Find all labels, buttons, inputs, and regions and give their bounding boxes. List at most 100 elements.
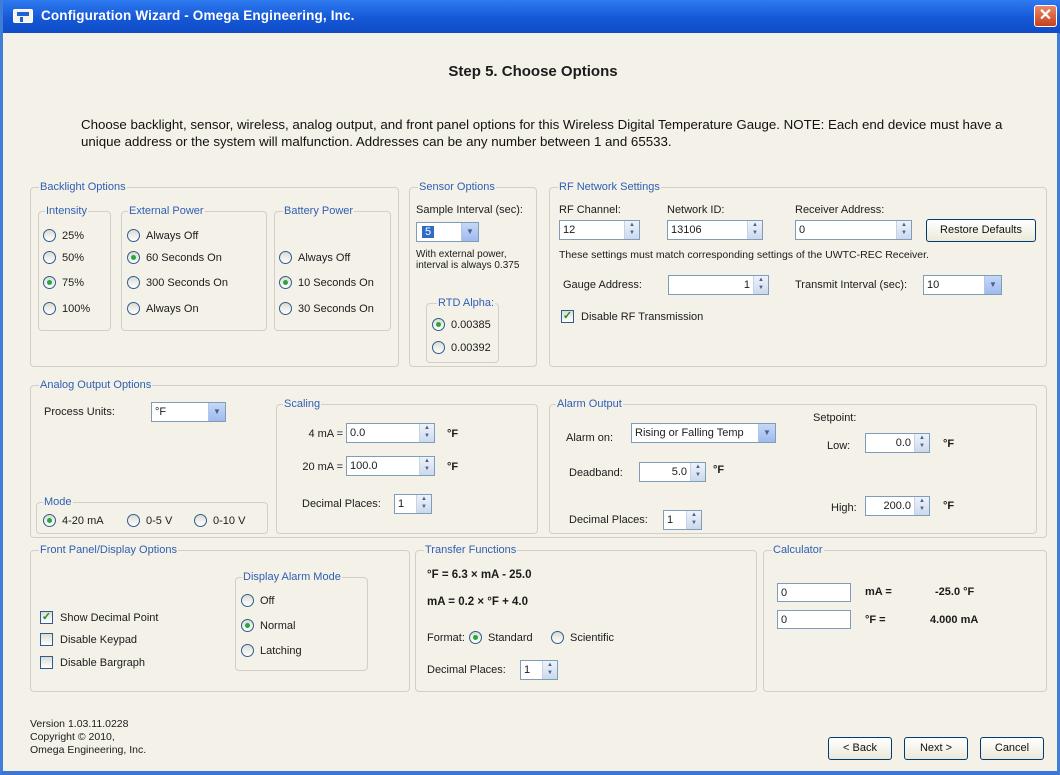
spinner-arrows-icon[interactable]: ▲ ▼: [419, 424, 434, 442]
spinner-arrows-icon[interactable]: ▲ ▼: [542, 661, 557, 679]
title-bar: Configuration Wizard - Omega Engineering…: [3, 0, 1060, 33]
spinner-arrows-icon[interactable]: ▲ ▼: [914, 497, 929, 515]
sensor-options-title: Sensor Options: [418, 180, 496, 194]
rtd-alpha-group: RTD Alpha:: [426, 296, 499, 363]
external-power-title: External Power: [128, 204, 205, 218]
high-unit: °F: [943, 500, 955, 512]
mode-radio-0-5v[interactable]: 0-5 V: [127, 514, 172, 527]
rf-settings-note: These settings must match corresponding …: [559, 249, 929, 261]
external-power-radio-300-seconds[interactable]: 300 Seconds On: [127, 276, 228, 289]
disable-rf-checkbox[interactable]: ✓ Disable RF Transmission: [561, 310, 703, 323]
alarm-decimal-places-input[interactable]: 1 ▲ ▼: [663, 510, 702, 530]
intensity-radio-100[interactable]: 100%: [43, 302, 90, 315]
intensity-radio-75[interactable]: 75%: [43, 276, 84, 289]
radio-label: Off: [260, 594, 275, 607]
deadband-input[interactable]: 5.0 ▲ ▼: [639, 462, 706, 482]
transmit-interval-label: Transmit Interval (sec):: [795, 279, 908, 291]
intensity-radio-50[interactable]: 50%: [43, 251, 84, 264]
low-setpoint-input[interactable]: 0.0 ▲ ▼: [865, 433, 930, 453]
transfer-decimal-places-label: Decimal Places:: [427, 664, 506, 676]
spinner-arrows-icon[interactable]: ▲ ▼: [753, 276, 768, 294]
4ma-unit: °F: [447, 428, 459, 440]
rf-channel-label: RF Channel:: [559, 204, 621, 216]
4ma-input[interactable]: 0.0 ▲ ▼: [346, 423, 435, 443]
mode-radio-4-20ma[interactable]: 4-20 mA: [43, 514, 104, 527]
alarm-mode-radio-normal[interactable]: Normal: [241, 619, 295, 632]
spinner-arrows-icon[interactable]: ▲ ▼: [896, 221, 911, 239]
network-id-input[interactable]: 13106 ▲ ▼: [667, 220, 763, 240]
radio-circle: [241, 619, 254, 632]
external-power-radio-always-on[interactable]: Always On: [127, 302, 199, 315]
spinner-arrows-icon[interactable]: ▲ ▼: [690, 463, 705, 481]
disable-keypad-checkbox[interactable]: Disable Keypad: [40, 633, 137, 646]
spinner-arrows-icon[interactable]: ▲ ▼: [686, 511, 701, 529]
radio-label: 0.00385: [451, 318, 491, 331]
calculator-ma-result: -25.0 °F: [935, 586, 975, 598]
battery-power-radio-30-seconds[interactable]: 30 Seconds On: [279, 302, 374, 315]
radio-label: Always Off: [298, 251, 351, 264]
external-power-radio-60-seconds[interactable]: 60 Seconds On: [127, 251, 222, 264]
battery-power-radio-10-seconds[interactable]: 10 Seconds On: [279, 276, 374, 289]
spinner-arrows-icon[interactable]: ▲ ▼: [419, 457, 434, 475]
spinner-arrows-icon[interactable]: ▲ ▼: [914, 434, 929, 452]
format-radio-scientific[interactable]: Scientific: [551, 631, 614, 644]
calculator-ma-label: mA =: [865, 586, 892, 598]
radio-label: 100%: [62, 302, 91, 315]
process-units-dropdown[interactable]: °F ▼: [151, 402, 226, 422]
radio-circle: [279, 302, 292, 315]
disable-bargraph-checkbox[interactable]: Disable Bargraph: [40, 656, 145, 669]
radio-label: Scientific: [570, 631, 615, 644]
show-decimal-point-checkbox[interactable]: ✓ Show Decimal Point: [40, 611, 158, 624]
radio-circle: [551, 631, 564, 644]
back-button[interactable]: < Back: [828, 737, 892, 760]
high-setpoint-input[interactable]: 200.0 ▲ ▼: [865, 496, 930, 516]
radio-label: 30 Seconds On: [298, 302, 374, 315]
alarm-on-dropdown[interactable]: Rising or Falling Temp ▼: [631, 423, 776, 443]
radio-label: Normal: [260, 619, 296, 632]
rtd-alpha-radio-00392[interactable]: 0.00392: [432, 341, 491, 354]
battery-power-radio-always-off[interactable]: Always Off: [279, 251, 350, 264]
process-units-value: °F: [155, 406, 167, 418]
radio-circle: [194, 514, 207, 527]
20ma-input[interactable]: 100.0 ▲ ▼: [346, 456, 435, 476]
mode-radio-0-10v[interactable]: 0-10 V: [194, 514, 245, 527]
cancel-button[interactable]: Cancel: [980, 737, 1044, 760]
rf-channel-value: 12: [563, 224, 576, 236]
chevron-down-icon: ▼: [758, 424, 775, 442]
alarm-mode-radio-latching[interactable]: Latching: [241, 644, 302, 657]
20ma-unit: °F: [447, 461, 459, 473]
intensity-radio-25[interactable]: 25%: [43, 229, 84, 242]
receiver-address-value: 0: [799, 224, 806, 236]
calculator-f-value: 0: [781, 613, 788, 626]
calculator-ma-input[interactable]: 0: [777, 583, 851, 602]
next-button[interactable]: Next >: [904, 737, 968, 760]
external-power-radio-always-off[interactable]: Always Off: [127, 229, 198, 242]
calculator-f-input[interactable]: 0: [777, 610, 851, 629]
gauge-address-input[interactable]: 1 ▲ ▼: [668, 275, 769, 295]
checkbox-box: [40, 656, 53, 669]
display-alarm-mode-title: Display Alarm Mode: [242, 570, 342, 584]
front-panel-title: Front Panel/Display Options: [39, 543, 178, 557]
sample-interval-dropdown[interactable]: 5 ▼: [416, 222, 479, 242]
transmit-interval-dropdown[interactable]: 10 ▼: [923, 275, 1002, 295]
format-radio-standard[interactable]: Standard: [469, 631, 533, 644]
checkbox-box: [40, 633, 53, 646]
high-setpoint-value: 200.0: [883, 500, 911, 512]
transfer-decimal-places-input[interactable]: 1 ▲ ▼: [520, 660, 558, 680]
receiver-address-input[interactable]: 0 ▲ ▼: [795, 220, 912, 240]
restore-defaults-button[interactable]: Restore Defaults: [926, 219, 1036, 242]
scaling-decimal-places-value: 1: [398, 498, 405, 510]
battery-power-title: Battery Power: [283, 204, 355, 218]
high-label: High:: [831, 502, 857, 514]
alarm-mode-radio-off[interactable]: Off: [241, 594, 274, 607]
radio-label: 10 Seconds On: [298, 276, 374, 289]
spinner-arrows-icon[interactable]: ▲ ▼: [747, 221, 762, 239]
spinner-arrows-icon[interactable]: ▲ ▼: [624, 221, 639, 239]
spinner-arrows-icon[interactable]: ▲ ▼: [416, 495, 431, 513]
company-text: Omega Engineering, Inc.: [30, 744, 147, 756]
scaling-decimal-places-input[interactable]: 1 ▲ ▼: [394, 494, 432, 514]
rf-channel-input[interactable]: 12 ▲ ▼: [559, 220, 640, 240]
close-button[interactable]: ✕: [1034, 5, 1057, 27]
rtd-alpha-radio-00385[interactable]: 0.00385: [432, 318, 491, 331]
transfer-functions-title: Transfer Functions: [424, 543, 518, 557]
